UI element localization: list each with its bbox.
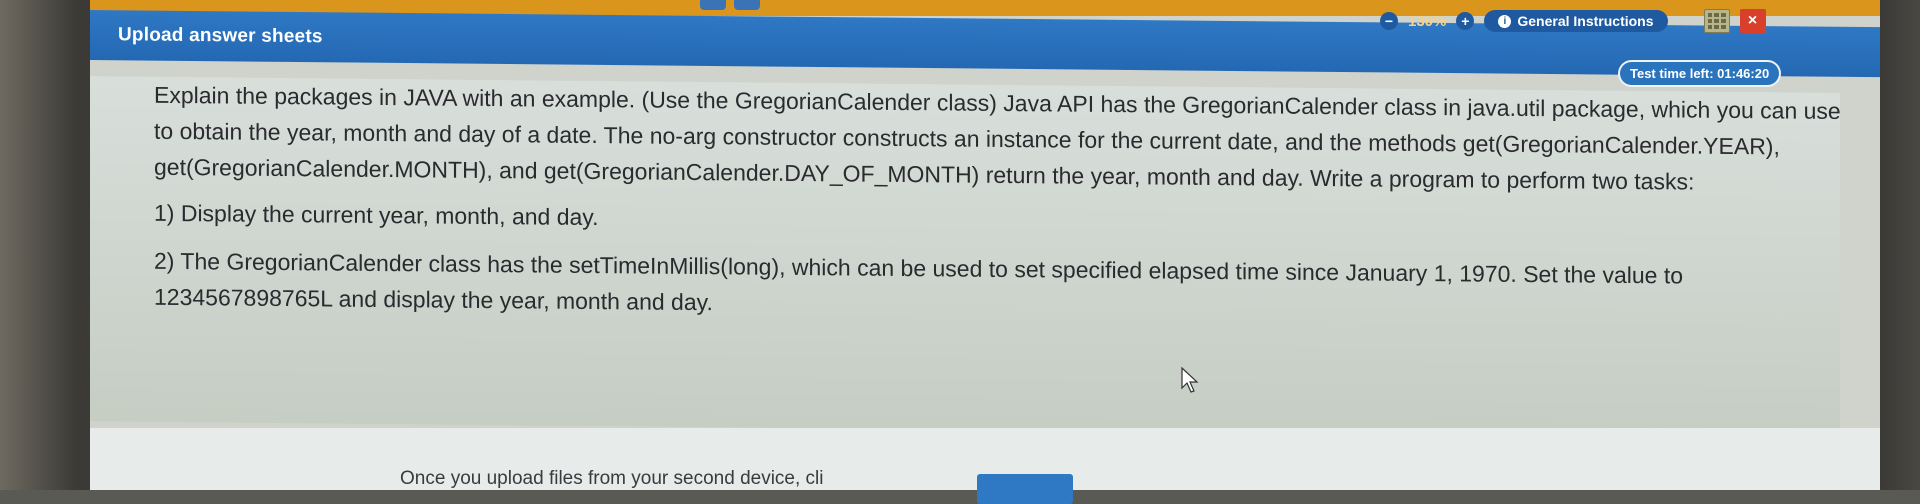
minus-icon[interactable]: − bbox=[1380, 12, 1398, 30]
exam-window: Upload answer sheets − 130% + i General … bbox=[90, 0, 1880, 490]
test-timer: Test time left: 01:46:20 bbox=[1620, 62, 1780, 85]
header-controls: − 130% + i General Instructions × bbox=[1380, 6, 1766, 36]
toolbar-nav-buttons bbox=[700, 0, 760, 10]
toolbar-button[interactable] bbox=[734, 0, 760, 10]
general-instructions-button[interactable]: i General Instructions bbox=[1484, 10, 1668, 32]
upload-button[interactable] bbox=[977, 474, 1073, 504]
upload-instruction-text: Once you upload files from your second d… bbox=[400, 468, 824, 489]
calculator-icon[interactable] bbox=[1703, 9, 1730, 33]
info-icon: i bbox=[1498, 14, 1512, 28]
page-title: Upload answer sheets bbox=[118, 24, 323, 48]
plus-icon[interactable]: + bbox=[1456, 12, 1475, 30]
question-task-1: 1) Display the current year, month, and … bbox=[154, 199, 599, 231]
question-intro: Explain the packages in JAVA with an exa… bbox=[154, 81, 1841, 195]
zoom-level: 130% bbox=[1408, 12, 1447, 30]
general-instructions-label: General Instructions bbox=[1517, 13, 1654, 29]
toolbar-button[interactable] bbox=[700, 0, 726, 10]
close-icon[interactable]: × bbox=[1739, 9, 1766, 33]
mouse-cursor-icon bbox=[1181, 366, 1199, 393]
question-panel: Explain the packages in JAVA with an exa… bbox=[90, 76, 1841, 438]
question-text: Explain the packages in JAVA with an exa… bbox=[154, 77, 1854, 331]
question-task-2: 2) The GregorianCalender class has the s… bbox=[154, 247, 1684, 316]
